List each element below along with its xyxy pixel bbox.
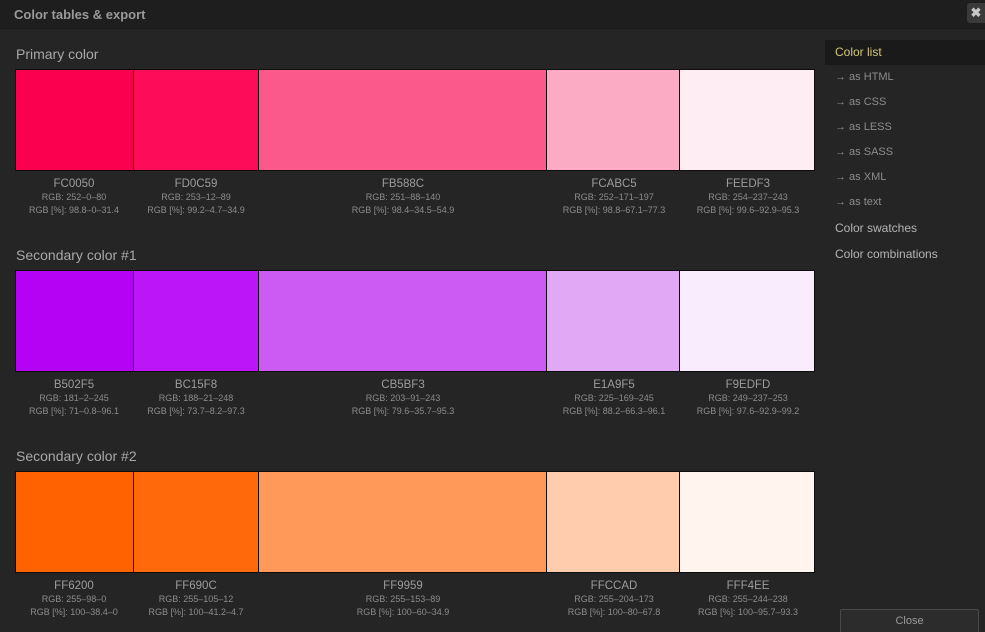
- color-swatch[interactable]: [16, 472, 134, 572]
- sidebar-item-color-swatches[interactable]: Color swatches: [825, 215, 985, 241]
- color-hex: CB5BF3: [381, 379, 425, 391]
- color-swatch[interactable]: [133, 271, 260, 371]
- color-caption: FFCCAD RGB: 255–204–173 RGB [%]: 100–80–…: [547, 579, 681, 619]
- color-swatch[interactable]: [546, 271, 681, 371]
- color-hex: FFF4EE: [726, 580, 770, 592]
- color-caption: F9EDFD RGB: 249–237–253 RGB [%]: 97.6–92…: [681, 378, 815, 418]
- color-swatch[interactable]: [16, 70, 134, 170]
- color-rgb: RGB: 253–12–89: [161, 192, 231, 202]
- color-rgb-percent: RGB [%]: 100–41.2–4.7: [148, 607, 244, 617]
- color-rgb: RGB: 251–88–140: [365, 192, 441, 202]
- color-rgb-percent: RGB [%]: 99.6–92.9–95.3: [696, 205, 800, 215]
- sidebar-item-as-sass[interactable]: → as SASS: [825, 140, 985, 165]
- section-title-secondary-2: Secondary color #2: [16, 448, 137, 464]
- color-caption: FD0C59 RGB: 253–12–89 RGB [%]: 99.2–4.7–…: [133, 177, 259, 217]
- color-hex: FCABC5: [591, 178, 637, 190]
- color-hex: FEEDF3: [725, 178, 771, 190]
- color-rgb-percent: RGB [%]: 100–38.4–0: [30, 607, 118, 617]
- color-caption: FF690C RGB: 255–105–12 RGB [%]: 100–41.2…: [133, 579, 259, 619]
- color-rgb-percent: RGB [%]: 100–60–34.9: [356, 607, 450, 617]
- color-caption: FF9959 RGB: 255–153–89 RGB [%]: 100–60–3…: [259, 579, 547, 619]
- color-rgb-percent: RGB [%]: 100–95.7–93.3: [697, 607, 799, 617]
- color-rgb: RGB: 255–244–238: [708, 594, 788, 604]
- sidebar-item-color-list[interactable]: Color list: [825, 40, 985, 65]
- color-hex: B502F5: [53, 379, 95, 391]
- section-title-secondary-1: Secondary color #1: [16, 247, 137, 263]
- dialog-title: Color tables & export: [14, 7, 146, 22]
- color-swatch[interactable]: [680, 70, 814, 170]
- color-rgb: RGB: 255–98–0: [41, 594, 107, 604]
- color-rgb-percent: RGB [%]: 88.2–66.3–96.1: [562, 406, 666, 416]
- color-rgb-percent: RGB [%]: 98.8–67.1–77.3: [562, 205, 666, 215]
- color-hex: FF6200: [54, 580, 94, 592]
- color-caption: FCABC5 RGB: 252–171–197 RGB [%]: 98.8–67…: [547, 177, 681, 217]
- sidebar-item-as-xml[interactable]: → as XML: [825, 165, 985, 190]
- color-rgb: RGB: 254–237–243: [708, 192, 788, 202]
- captions-primary: FC0050 RGB: 252–0–80 RGB [%]: 98.8–0–31.…: [15, 177, 815, 217]
- color-swatch[interactable]: [680, 472, 814, 572]
- color-swatch[interactable]: [133, 70, 260, 170]
- captions-secondary-1: B502F5 RGB: 181–2–245 RGB [%]: 71–0.8–96…: [15, 378, 815, 418]
- color-hex: E1A9F5: [593, 379, 635, 391]
- palette-secondary-2: [15, 471, 815, 573]
- color-caption: FEEDF3 RGB: 254–237–243 RGB [%]: 99.6–92…: [681, 177, 815, 217]
- color-hex: FFCCAD: [590, 580, 638, 592]
- sidebar-item-as-text[interactable]: → as text: [825, 190, 985, 215]
- sidebar-item-color-combinations[interactable]: Color combinations: [825, 241, 985, 267]
- sidebar-item-as-html[interactable]: → as HTML: [825, 65, 985, 90]
- color-hex: F9EDFD: [725, 379, 771, 391]
- color-caption: BC15F8 RGB: 188–21–248 RGB [%]: 73.7–8.2…: [133, 378, 259, 418]
- sidebar-item-as-css[interactable]: → as CSS: [825, 90, 985, 115]
- color-swatch[interactable]: [546, 472, 681, 572]
- color-hex: FD0C59: [174, 178, 218, 190]
- color-caption: E1A9F5 RGB: 225–169–245 RGB [%]: 88.2–66…: [547, 378, 681, 418]
- color-swatch[interactable]: [259, 472, 547, 572]
- color-rgb-percent: RGB [%]: 71–0.8–96.1: [28, 406, 120, 416]
- color-hex: FF9959: [383, 580, 423, 592]
- color-caption: CB5BF3 RGB: 203–91–243 RGB [%]: 79.6–35.…: [259, 378, 547, 418]
- color-swatch[interactable]: [259, 70, 547, 170]
- color-rgb: RGB: 203–91–243: [365, 393, 441, 403]
- color-hex: BC15F8: [174, 379, 218, 391]
- color-rgb-percent: RGB [%]: 97.6–92.9–99.2: [696, 406, 800, 416]
- color-rgb: RGB: 252–0–80: [41, 192, 107, 202]
- dialog-titlebar: Color tables & export ✖: [0, 0, 985, 29]
- color-rgb: RGB: 181–2–245: [39, 393, 109, 403]
- section-title-primary: Primary color: [16, 46, 99, 62]
- color-swatch[interactable]: [16, 271, 134, 371]
- close-button[interactable]: Close: [840, 609, 979, 632]
- color-hex: FF690C: [175, 580, 217, 592]
- color-caption: FC0050 RGB: 252–0–80 RGB [%]: 98.8–0–31.…: [15, 177, 133, 217]
- color-rgb: RGB: 255–204–173: [574, 594, 654, 604]
- color-rgb-percent: RGB [%]: 99.2–4.7–34.9: [147, 205, 245, 215]
- color-rgb: RGB: 255–153–89: [365, 594, 441, 604]
- export-sidebar: Color list → as HTML → as CSS → as LESS …: [825, 40, 985, 267]
- color-caption: FFF4EE RGB: 255–244–238 RGB [%]: 100–95.…: [681, 579, 815, 619]
- sidebar-item-as-less[interactable]: → as LESS: [825, 115, 985, 140]
- color-rgb-percent: RGB [%]: 79.6–35.7–95.3: [351, 406, 455, 416]
- color-rgb: RGB: 225–169–245: [574, 393, 654, 403]
- color-rgb-percent: RGB [%]: 98.4–34.5–54.9: [351, 205, 455, 215]
- color-swatch[interactable]: [680, 271, 814, 371]
- color-caption: FF6200 RGB: 255–98–0 RGB [%]: 100–38.4–0: [15, 579, 133, 619]
- color-swatch[interactable]: [259, 271, 547, 371]
- color-rgb: RGB: 249–237–253: [708, 393, 788, 403]
- color-swatch[interactable]: [133, 472, 260, 572]
- color-rgb-percent: RGB [%]: 100–80–67.8: [567, 607, 661, 617]
- color-rgb: RGB: 252–171–197: [574, 192, 654, 202]
- color-caption: FB588C RGB: 251–88–140 RGB [%]: 98.4–34.…: [259, 177, 547, 217]
- color-rgb: RGB: 188–21–248: [158, 393, 234, 403]
- color-swatch[interactable]: [546, 70, 681, 170]
- palette-primary: [15, 69, 815, 171]
- color-hex: FC0050: [53, 178, 95, 190]
- close-icon[interactable]: ✖: [967, 3, 985, 23]
- color-hex: FB588C: [381, 178, 425, 190]
- color-rgb-percent: RGB [%]: 73.7–8.2–97.3: [147, 406, 245, 416]
- captions-secondary-2: FF6200 RGB: 255–98–0 RGB [%]: 100–38.4–0…: [15, 579, 815, 619]
- palette-secondary-1: [15, 270, 815, 372]
- color-rgb: RGB: 255–105–12: [158, 594, 234, 604]
- color-caption: B502F5 RGB: 181–2–245 RGB [%]: 71–0.8–96…: [15, 378, 133, 418]
- color-rgb-percent: RGB [%]: 98.8–0–31.4: [28, 205, 120, 215]
